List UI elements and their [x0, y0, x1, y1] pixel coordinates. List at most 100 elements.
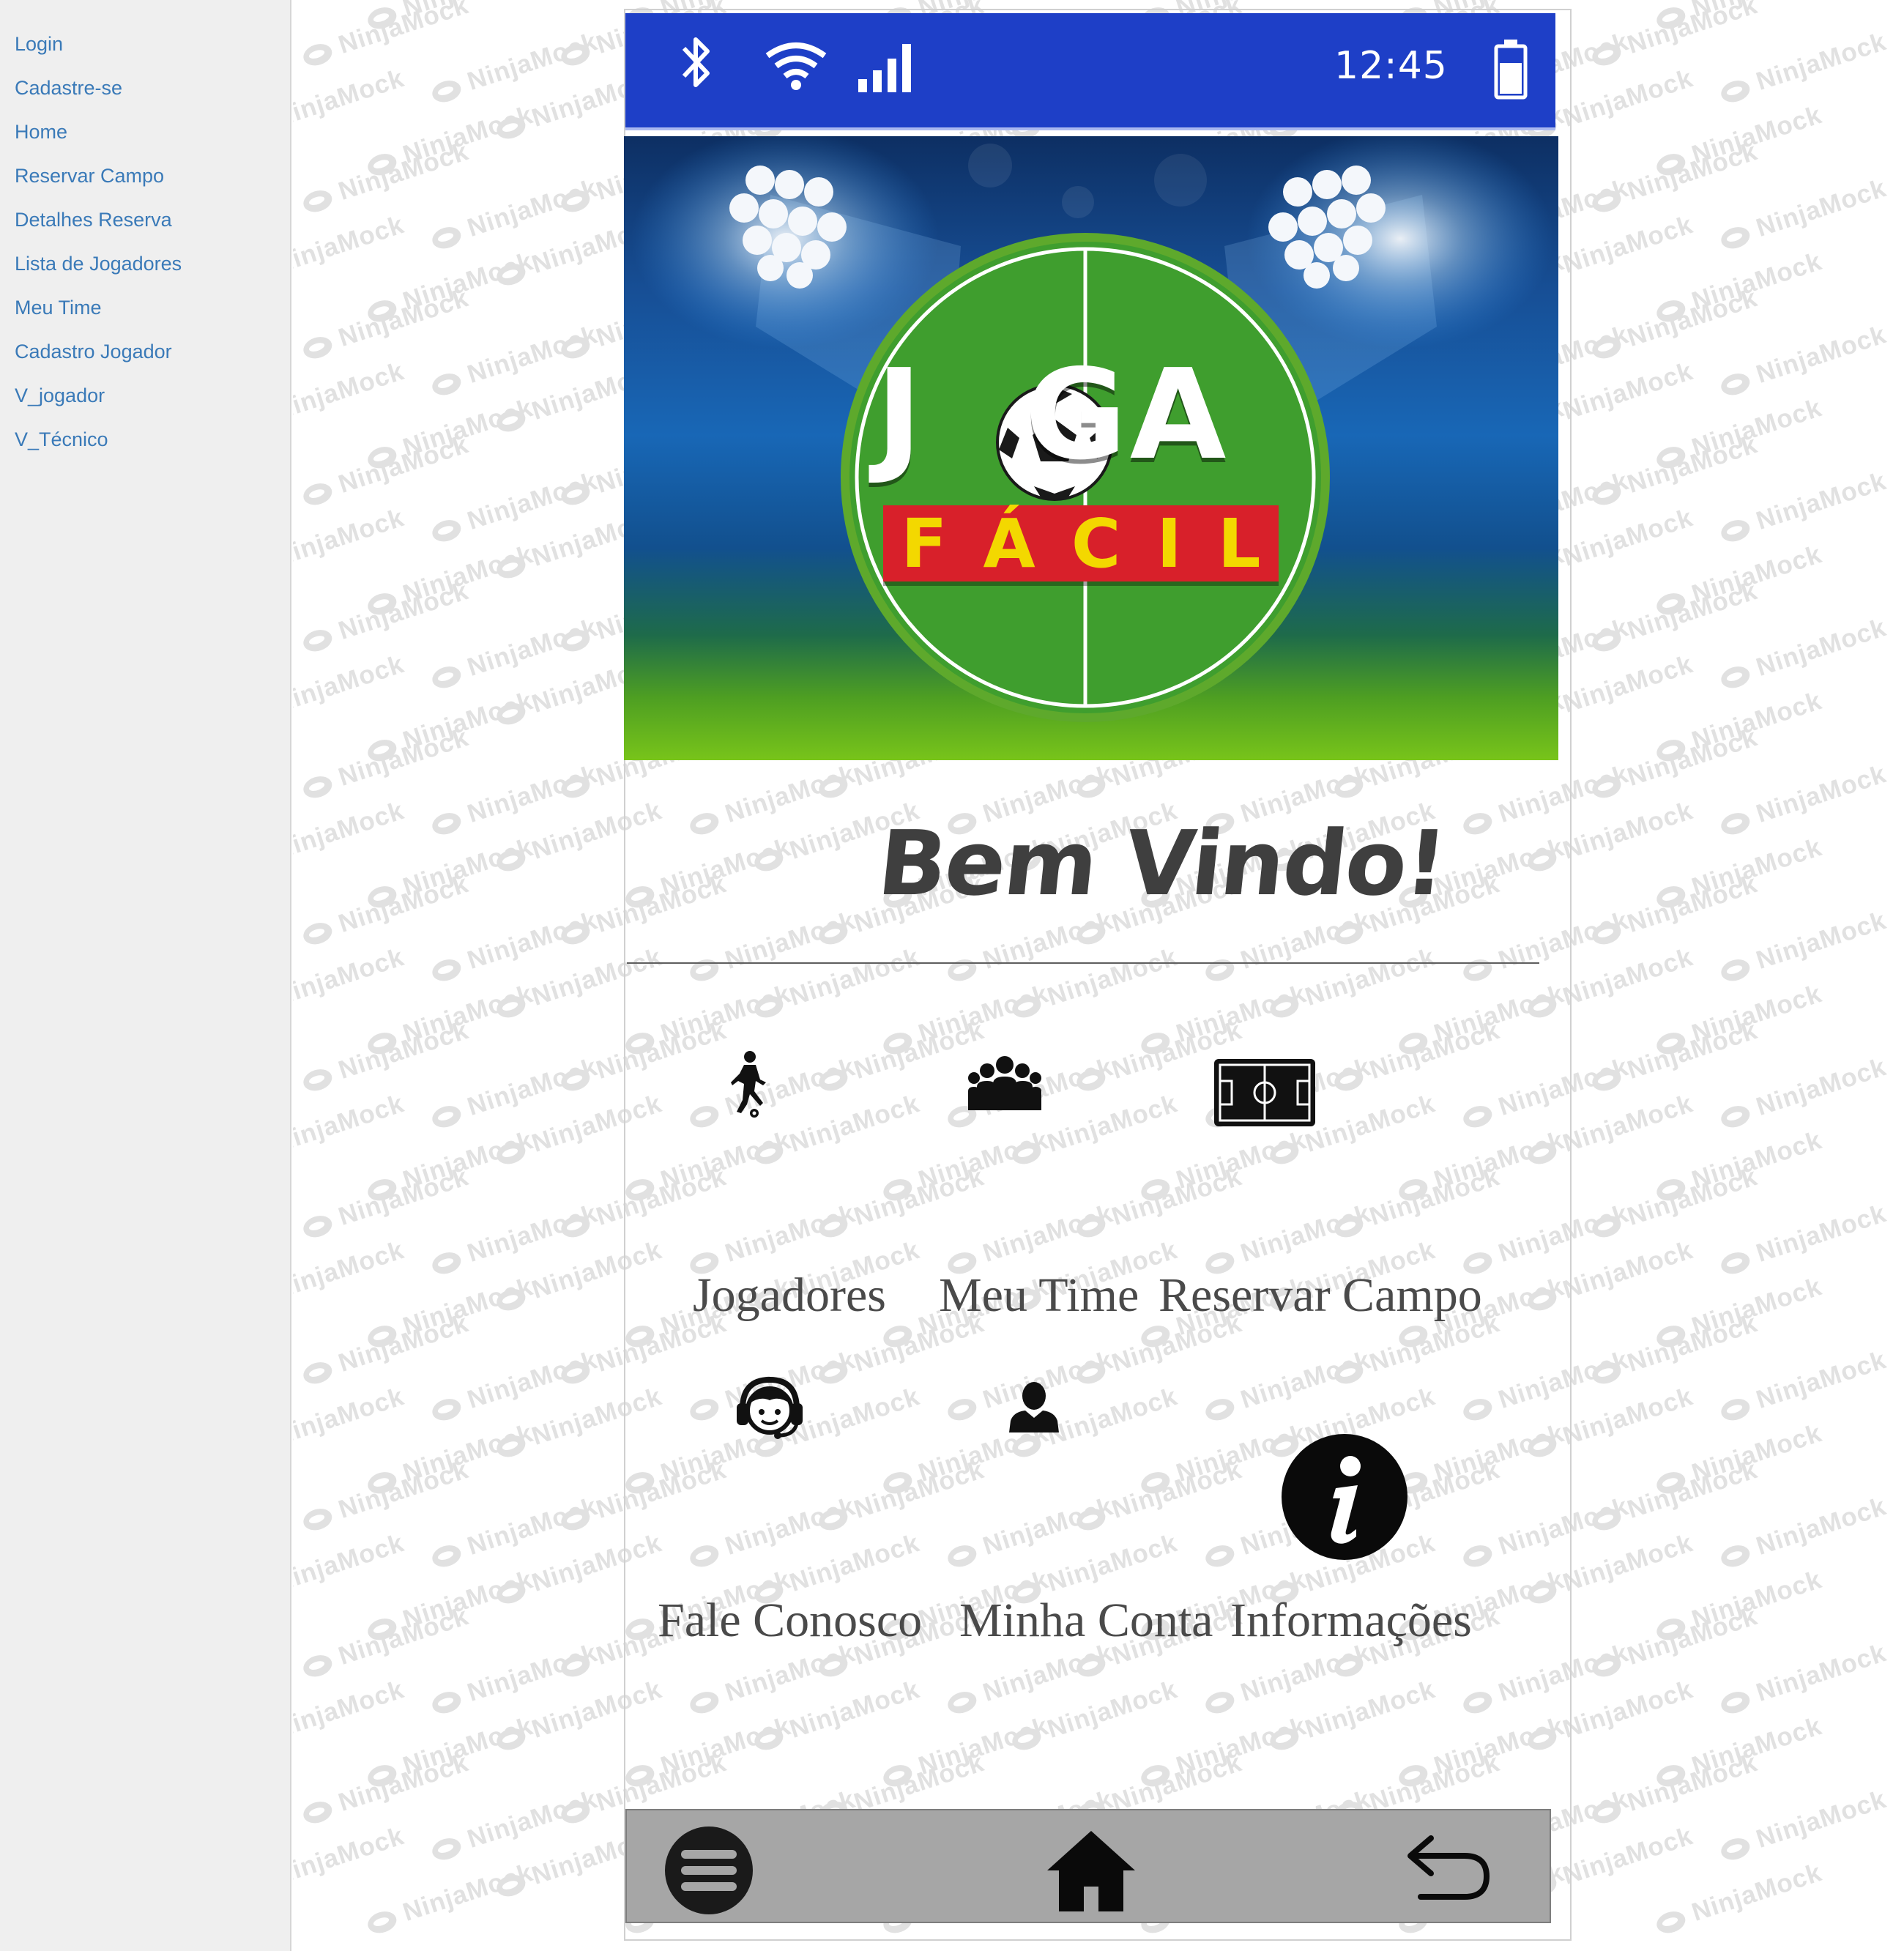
menu-fale-conosco-label[interactable]: Fale Conosco	[658, 1595, 922, 1646]
ninjamock-eye-icon	[1718, 1395, 1753, 1424]
support-headset-icon[interactable]	[735, 1374, 804, 1441]
sidebar-item-detalhes-reserva[interactable]: Detalhes Reserva	[15, 207, 172, 232]
soccer-player-icon[interactable]	[725, 1050, 778, 1119]
ninjamock-eye-icon	[494, 553, 529, 582]
ninjamock-eye-icon	[558, 40, 593, 70]
soccer-field-icon[interactable]	[1214, 1059, 1315, 1126]
ninjamock-eye-icon	[1589, 333, 1624, 363]
menu-jogadores-label[interactable]: Jogadores	[693, 1270, 886, 1321]
ninjamock-eye-icon	[429, 956, 464, 985]
ninjamock-eye-icon	[1589, 1651, 1624, 1681]
wifi-icon	[765, 42, 827, 90]
logo-title: J GA	[876, 343, 1230, 488]
watermark-label: NinjaMock	[293, 943, 408, 1024]
ninjamock-eye-icon	[429, 77, 464, 106]
ninjamock-eye-icon	[494, 846, 529, 875]
ninjamock-eye-icon	[494, 1285, 529, 1315]
sidebar-item-lista-de-jogadores[interactable]: Lista de Jogadores	[15, 251, 182, 276]
ninjamock-eye-icon	[1718, 663, 1753, 692]
watermark-label: NinjaMock	[1717, 1052, 1890, 1134]
user-account-icon[interactable]	[1008, 1381, 1060, 1432]
ninjamock-eye-icon	[1589, 626, 1624, 655]
ninjamock-eye-icon	[300, 773, 335, 802]
ninjamock-eye-icon	[558, 626, 593, 655]
logo-subtitle: F Á C I L	[883, 505, 1279, 583]
ninjamock-eye-icon	[494, 1139, 529, 1168]
ninjamock-eye-icon	[494, 992, 529, 1022]
ninjamock-eye-icon	[300, 480, 335, 509]
ninjamock-eye-icon	[558, 1505, 593, 1534]
ninjamock-eye-icon	[300, 1359, 335, 1388]
watermark-label: NinjaMock	[1717, 320, 1890, 401]
ninjamock-eye-icon	[429, 1688, 464, 1717]
ninjamock-eye-icon	[558, 480, 593, 509]
watermark-label: NinjaMock	[293, 1235, 408, 1317]
team-group-icon[interactable]	[968, 1055, 1041, 1113]
ninjamock-eye-icon	[1654, 1908, 1689, 1937]
ninjamock-eye-icon	[1718, 223, 1753, 253]
ninjamock-eye-icon	[494, 699, 529, 729]
signal-icon	[858, 44, 911, 92]
watermark-label: NinjaMock	[293, 210, 408, 291]
ninjamock-eye-icon	[494, 1725, 529, 1754]
ninjamock-eye-icon	[558, 1798, 593, 1827]
ninjamock-eye-icon	[494, 1871, 529, 1900]
ninjamock-eye-icon	[1718, 516, 1753, 546]
watermark-label: NinjaMock	[1717, 1199, 1890, 1280]
ninjamock-eye-icon	[558, 333, 593, 363]
watermark-label: NinjaMock	[1717, 27, 1890, 108]
ninjamock-eye-icon	[1589, 773, 1624, 802]
ninjamock-eye-icon	[558, 1212, 593, 1241]
ninjamock-eye-icon	[300, 333, 335, 363]
ninjamock-eye-icon	[365, 1908, 400, 1937]
ninjamock-eye-icon	[429, 663, 464, 692]
ninjamock-eye-icon	[1718, 1688, 1753, 1717]
ninjamock-eye-icon	[1589, 40, 1624, 70]
watermark-label: NinjaMock	[1717, 759, 1890, 841]
watermark-label: NinjaMock	[1717, 1638, 1890, 1720]
sidebar-item-cadastro-jogador[interactable]: Cadastro Jogador	[15, 339, 172, 364]
battery-icon	[1494, 40, 1528, 100]
ninjamock-eye-icon	[494, 114, 529, 143]
sidebar-item-cadastre-se[interactable]: Cadastre-se	[15, 75, 122, 100]
sidebar-item-v-tecnico[interactable]: V_Técnico	[15, 427, 108, 452]
menu-informacoes-label[interactable]: Informações	[1230, 1595, 1472, 1646]
sidebar-item-home[interactable]: Home	[15, 119, 67, 144]
hamburger-menu-icon[interactable]	[663, 1825, 754, 1916]
ninjamock-eye-icon	[429, 1102, 464, 1131]
watermark-label: NinjaMock	[293, 357, 408, 438]
ninjamock-eye-icon	[1589, 1505, 1624, 1534]
sidebar-item-login[interactable]: Login	[15, 31, 63, 56]
watermark-label: NinjaMock	[1717, 1492, 1890, 1573]
status-time: 12:45	[1334, 44, 1448, 88]
ninjamock-eye-icon	[300, 1212, 335, 1241]
ninjamock-eye-icon	[300, 1066, 335, 1095]
menu-minha-conta-label[interactable]: Minha Conta	[959, 1595, 1213, 1646]
ninjamock-eye-icon	[1589, 1212, 1624, 1241]
ninjamock-eye-icon	[558, 1066, 593, 1095]
ninjamock-eye-icon	[558, 1651, 593, 1681]
menu-meu-time-label[interactable]: Meu Time	[939, 1270, 1139, 1321]
watermark-label: NinjaMock	[293, 1382, 408, 1463]
watermark-label: NinjaMock	[1717, 1785, 1890, 1866]
ninjamock-eye-icon	[1589, 919, 1624, 948]
ninjamock-eye-icon	[1589, 187, 1624, 216]
info-icon[interactable]	[1280, 1432, 1409, 1561]
watermark-label: NinjaMock	[293, 64, 408, 145]
home-icon[interactable]	[1046, 1828, 1137, 1913]
ninjamock-eye-icon	[429, 809, 464, 839]
ninjamock-eye-icon	[1589, 1798, 1624, 1827]
ninjamock-eye-icon	[429, 370, 464, 399]
watermark-label: NinjaMock	[1717, 174, 1890, 255]
menu-reservar-campo-label[interactable]: Reservar Campo	[1159, 1270, 1482, 1321]
ninjamock-eye-icon	[494, 1432, 529, 1461]
ninjamock-eye-icon	[1718, 370, 1753, 399]
watermark-label: NinjaMock	[293, 1528, 408, 1610]
ninjamock-eye-icon	[429, 1249, 464, 1278]
back-arrow-icon[interactable]	[1406, 1832, 1492, 1903]
bottom-nav-bar	[625, 1809, 1551, 1923]
sidebar-item-meu-time[interactable]: Meu Time	[15, 295, 102, 320]
sidebar-item-reservar-campo[interactable]: Reservar Campo	[15, 163, 164, 188]
ninjamock-eye-icon	[1718, 1835, 1753, 1864]
sidebar-item-v-jogador[interactable]: V_jogador	[15, 383, 105, 408]
